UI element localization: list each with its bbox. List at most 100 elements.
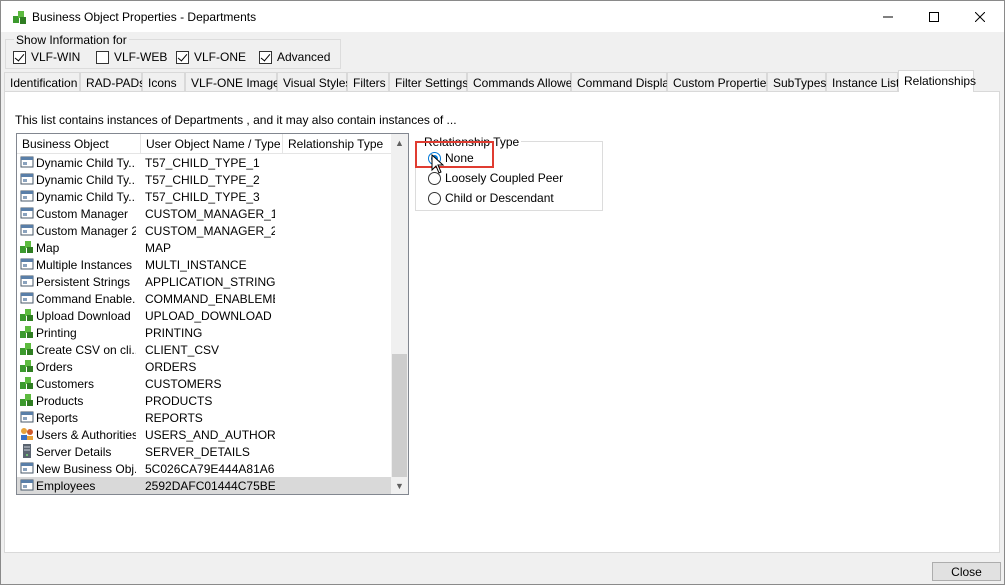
list-item[interactable]: Customers CUSTOMERS: [17, 375, 391, 392]
maximize-button[interactable]: [911, 1, 957, 32]
user-object-name: 2592DAFC01444C75BE...: [145, 479, 275, 493]
checkbox-box[interactable]: [96, 50, 109, 64]
column-relationship-type[interactable]: Relationship Type: [283, 134, 391, 154]
tab-filters[interactable]: Filters: [347, 72, 389, 92]
user-object-name: T57_CHILD_TYPE_1: [145, 156, 260, 170]
scroll-thumb[interactable]: [392, 354, 407, 477]
instances-info-text: This list contains instances of Departme…: [15, 113, 457, 127]
minimize-button[interactable]: [865, 1, 911, 32]
list-item[interactable]: Map MAP: [17, 239, 391, 256]
minimize-icon: [883, 16, 893, 17]
form-icon: [20, 172, 34, 186]
form-icon: [20, 155, 34, 169]
business-object-name: Reports: [36, 411, 79, 425]
cubes-icon: [20, 325, 34, 339]
vlf-win-checkbox[interactable]: VLF-WIN: [13, 50, 80, 64]
close-button[interactable]: Close: [932, 562, 1001, 581]
radio-loosely-coupled-peer[interactable]: Loosely Coupled Peer: [428, 171, 563, 185]
checkbox-box[interactable]: [13, 50, 26, 64]
list-item[interactable]: Server Details SERVER_DETAILS: [17, 443, 391, 460]
scroll-up-button[interactable]: ▲: [391, 134, 408, 151]
mouse-cursor-icon: [431, 154, 445, 174]
maximize-icon: [929, 11, 939, 22]
relationship-type-label: Relationship Type: [422, 135, 522, 149]
list-item[interactable]: Orders ORDERS: [17, 358, 391, 375]
list-item[interactable]: Users & Authorities USERS_AND_AUTHORITY: [17, 426, 391, 443]
list-item[interactable]: Dynamic Child Ty... T57_CHILD_TYPE_3: [17, 188, 391, 205]
list-item[interactable]: Printing PRINTING: [17, 324, 391, 341]
tab-rad-pads[interactable]: RAD-PADs: [80, 72, 145, 92]
cubes-icon: [20, 376, 34, 390]
list-item[interactable]: Create CSV on cli... CLIENT_CSV: [17, 341, 391, 358]
business-object-name: Map: [36, 241, 60, 255]
business-object-name: Upload Download: [36, 309, 131, 323]
tab-subtypes[interactable]: SubTypes: [767, 72, 826, 92]
list-item[interactable]: Upload Download UPLOAD_DOWNLOAD: [17, 307, 391, 324]
tab-command-display[interactable]: Command Display: [571, 72, 675, 92]
close-window-button[interactable]: [957, 1, 1003, 32]
list-item[interactable]: Dynamic Child Ty... T57_CHILD_TYPE_1: [17, 154, 391, 171]
cubes-icon: [13, 11, 26, 24]
form-icon: [20, 206, 34, 220]
user-object-name: T57_CHILD_TYPE_3: [145, 190, 260, 204]
checkbox-label: VLF-ONE: [194, 50, 247, 64]
radio-child-or-descendant[interactable]: Child or Descendant: [428, 191, 554, 205]
form-icon: [20, 410, 34, 424]
show-info-group: Show Information for VLF-WIN VLF-WEB VLF…: [5, 33, 341, 69]
list-item[interactable]: Command Enable... COMMAND_ENABLEMENT: [17, 290, 391, 307]
vlf-web-checkbox[interactable]: VLF-WEB: [96, 50, 167, 64]
list-item[interactable]: Custom Manager CUSTOM_MANAGER_1: [17, 205, 391, 222]
business-object-name: Multiple Instances: [36, 258, 133, 272]
business-object-list[interactable]: Business Object User Object Name / Type …: [16, 133, 409, 495]
form-icon: [20, 189, 34, 203]
user-object-name: COMMAND_ENABLEMENT: [145, 292, 275, 306]
properties-window: Business Object Properties - Departments…: [0, 0, 1005, 585]
tab-instance-list[interactable]: Instance List: [826, 72, 899, 92]
business-object-name: Employees: [36, 479, 96, 493]
radio-label: Loosely Coupled Peer: [445, 171, 564, 185]
user-object-name: UPLOAD_DOWNLOAD: [145, 309, 272, 323]
list-item[interactable]: Custom Manager 2 CUSTOM_MANAGER_2: [17, 222, 391, 239]
business-object-name: Server Details: [36, 445, 112, 459]
radio-button[interactable]: [428, 191, 441, 205]
tab-icons[interactable]: Icons: [142, 72, 185, 92]
tab-filter-settings[interactable]: Filter Settings: [389, 72, 468, 92]
user-object-name: T57_CHILD_TYPE_2: [145, 173, 260, 187]
list-item[interactable]: Dynamic Child Ty... T57_CHILD_TYPE_2: [17, 171, 391, 188]
list-item[interactable]: Reports REPORTS: [17, 409, 391, 426]
tab-custom-properties[interactable]: Custom Properties: [667, 72, 772, 92]
tab-identification[interactable]: Identification: [4, 72, 80, 92]
checkbox-label: VLF-WIN: [31, 50, 81, 64]
tab-commands-allowed[interactable]: Commands Allowed: [467, 72, 579, 92]
user-object-name: MAP: [145, 241, 172, 255]
user-object-name: ORDERS: [145, 360, 197, 374]
tab-visual-styles[interactable]: Visual Styles: [277, 72, 351, 92]
title-bar[interactable]: Business Object Properties - Departments: [1, 1, 1004, 32]
list-item[interactable]: Persistent Strings APPLICATION_STRINGS: [17, 273, 391, 290]
tab-relationships[interactable]: Relationships: [898, 70, 976, 92]
list-item[interactable]: Multiple Instances MULTI_INSTANCE: [17, 256, 391, 273]
column-user-object-name[interactable]: User Object Name / Type: [141, 134, 283, 154]
server-icon: [20, 444, 34, 458]
list-item[interactable]: Employees 2592DAFC01444C75BE...: [17, 477, 391, 494]
business-object-name: Command Enable...: [36, 292, 136, 306]
list-scrollbar[interactable]: ▲ ▼: [391, 134, 408, 494]
list-item[interactable]: Products PRODUCTS: [17, 392, 391, 409]
list-item[interactable]: New Business Obj... 5C026CA79E444A81A6...: [17, 460, 391, 477]
business-object-name: Persistent Strings: [36, 275, 131, 289]
advanced-checkbox[interactable]: Advanced: [259, 50, 330, 64]
cubes-icon: [20, 359, 34, 373]
user-object-name: PRODUCTS: [145, 394, 213, 408]
business-object-name: Printing: [36, 326, 77, 340]
user-object-name: 5C026CA79E444A81A6...: [145, 462, 275, 476]
dialog-footer: [2, 556, 1003, 584]
user-object-name: MULTI_INSTANCE: [145, 258, 247, 272]
business-object-name: Dynamic Child Ty...: [36, 190, 136, 204]
scroll-down-button[interactable]: ▼: [391, 477, 408, 494]
checkbox-label: VLF-WEB: [114, 50, 168, 64]
checkbox-box[interactable]: [259, 50, 272, 64]
column-business-object[interactable]: Business Object: [17, 134, 141, 154]
vlf-one-checkbox[interactable]: VLF-ONE: [176, 50, 246, 64]
tab-vlf-one-images[interactable]: VLF-ONE Images: [185, 72, 286, 92]
checkbox-box[interactable]: [176, 50, 189, 64]
